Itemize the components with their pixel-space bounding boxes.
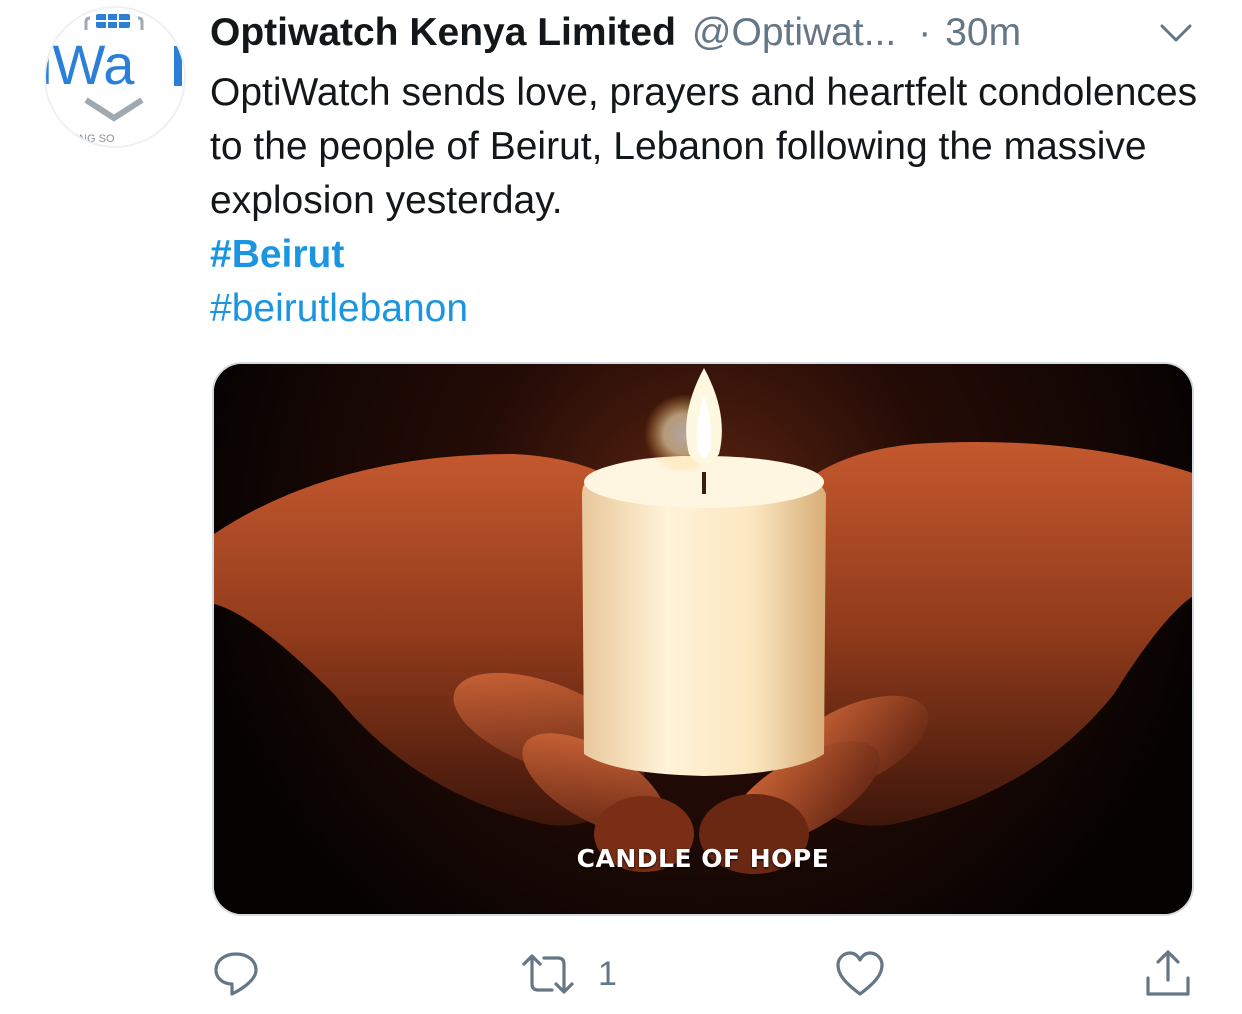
retweet-icon <box>522 954 574 994</box>
tweet-media-image[interactable]: CANDLE OF HOPE <box>212 362 1194 916</box>
tweet-text: OptiWatch sends love, prayers and heartf… <box>210 71 1198 222</box>
author-avatar[interactable]: iWa ING SO <box>44 6 186 148</box>
like-button[interactable] <box>834 946 908 1002</box>
candle-in-hands-image <box>214 364 1192 914</box>
share-button[interactable] <box>1142 946 1194 1002</box>
reply-button[interactable] <box>210 946 284 1002</box>
avatar-logo-subtext: ING SO <box>76 133 115 145</box>
retweet-count: 1 <box>598 954 617 993</box>
tweet-card[interactable]: iWa ING SO Optiwatch Kenya Limited @Opti… <box>0 0 1242 1014</box>
hashtag-beirutlebanon[interactable]: #beirutlebanon <box>210 282 1200 336</box>
tweet-header: Optiwatch Kenya Limited @Optiwat... · 30… <box>210 10 1200 56</box>
optiwatch-logo-icon: iWa ING SO <box>46 14 182 145</box>
header-separator: · <box>918 11 932 54</box>
chevron-down-icon <box>1160 24 1192 42</box>
tweet-body: OptiWatch sends love, prayers and heartf… <box>210 66 1200 336</box>
reply-icon <box>214 952 258 996</box>
media-caption: CANDLE OF HOPE <box>576 844 830 873</box>
tweet-menu-button[interactable] <box>1158 18 1194 48</box>
retweet-button[interactable]: 1 <box>520 946 617 1002</box>
hashtag-beirut[interactable]: #Beirut <box>210 228 1200 282</box>
heart-icon <box>836 951 884 996</box>
author-handle[interactable]: @Optiwat... <box>692 10 896 56</box>
author-display-name[interactable]: Optiwatch Kenya Limited <box>210 10 676 56</box>
avatar-logo-text: iWa <box>46 33 135 96</box>
tweet-timestamp[interactable]: 30m <box>945 10 1021 56</box>
tweet-actions: 1 <box>0 946 1242 1006</box>
share-icon <box>1146 950 1190 996</box>
